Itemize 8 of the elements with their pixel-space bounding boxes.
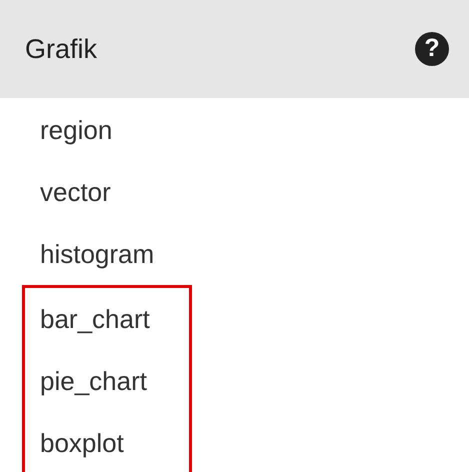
menu-item[interactable]: region: [40, 110, 112, 150]
menu-item[interactable]: pie_chart: [40, 362, 147, 400]
menu-item[interactable]: boxplot: [40, 424, 124, 462]
menu-item[interactable]: histogram: [40, 234, 154, 274]
menu-item[interactable]: vector: [40, 172, 111, 212]
panel-title: Grafik: [25, 32, 98, 66]
menu-item[interactable]: bar_chart: [40, 300, 150, 338]
help-icon[interactable]: ?: [415, 32, 449, 66]
